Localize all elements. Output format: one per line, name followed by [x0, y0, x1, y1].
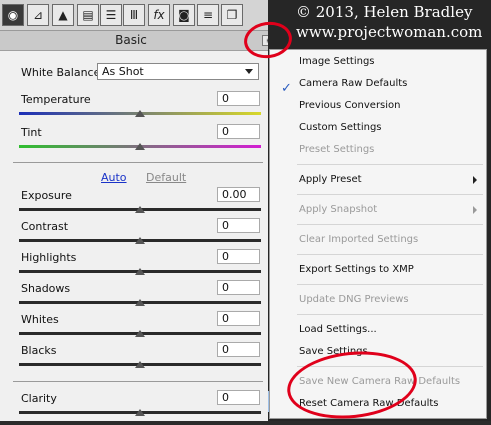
- menu-separator: [297, 194, 483, 195]
- menu-separator: [297, 284, 483, 285]
- sliders-icon: ≡: [202, 8, 214, 22]
- menu-separator: [297, 254, 483, 255]
- watermark-url: www.projectwoman.com: [296, 23, 483, 41]
- basic-panel: ◉ ⊿ ▲ ▤ ☰ Ⅲ fx ◙ ≡ ❐ Basic ≡. White Bala…: [0, 0, 279, 421]
- shadows-field[interactable]: 0: [217, 280, 260, 295]
- triangle-icon: ▲: [58, 8, 68, 22]
- contrast-field[interactable]: 0: [217, 218, 260, 233]
- divider: [13, 381, 263, 382]
- menu-separator: [297, 314, 483, 315]
- menu-item-apply-snapshot: Apply Snapshot: [299, 204, 378, 215]
- photo-icon: ◙: [178, 8, 190, 22]
- tab-presets[interactable]: ≡: [197, 4, 219, 26]
- tint-field[interactable]: 0: [217, 124, 260, 139]
- tab-tone-curve[interactable]: ⊿: [27, 4, 49, 26]
- tab-lens[interactable]: Ⅲ: [123, 4, 145, 26]
- exposure-slider-thumb[interactable]: [135, 206, 145, 213]
- clarity-slider-thumb[interactable]: [135, 409, 145, 416]
- contrast-slider-thumb[interactable]: [135, 237, 145, 244]
- tab-basic[interactable]: ◉: [2, 4, 24, 26]
- exposure-field[interactable]: 0.00: [217, 187, 260, 202]
- white-balance-select[interactable]: As Shot: [97, 63, 259, 80]
- whites-field[interactable]: 0: [217, 311, 260, 326]
- exposure-label: Exposure: [21, 189, 72, 202]
- tint-label: Tint: [21, 126, 42, 139]
- highlights-slider-thumb[interactable]: [135, 268, 145, 275]
- menu-item-apply-preset[interactable]: Apply Preset: [299, 174, 362, 185]
- menu-item-clear-imported-settings: Clear Imported Settings: [299, 234, 419, 245]
- watermark-copyright: © 2013, Helen Bradley: [296, 3, 473, 21]
- shadows-label: Shadows: [21, 282, 71, 295]
- stack-icon: ❐: [226, 8, 238, 22]
- menu-item-image-settings[interactable]: Image Settings: [299, 56, 375, 67]
- temperature-field[interactable]: 0: [217, 91, 260, 106]
- menu-item-camera-raw-defaults[interactable]: Camera Raw Defaults: [299, 78, 407, 89]
- tab-effects[interactable]: fx: [148, 4, 170, 26]
- menu-item-custom-settings[interactable]: Custom Settings: [299, 122, 382, 133]
- temperature-slider-thumb[interactable]: [135, 110, 145, 117]
- whites-label: Whites: [21, 313, 59, 326]
- fx-icon: fx: [153, 8, 165, 22]
- split-box-icon: ▤: [82, 8, 94, 22]
- menu-item-export-settings-xmp[interactable]: Export Settings to XMP: [299, 264, 414, 275]
- tab-detail[interactable]: ▲: [52, 4, 74, 26]
- submenu-arrow-icon: [473, 206, 477, 214]
- menu-separator: [297, 224, 483, 225]
- white-balance-label: White Balance:: [21, 66, 105, 79]
- clarity-field[interactable]: 0: [217, 390, 260, 405]
- menu-separator: [297, 164, 483, 165]
- highlights-label: Highlights: [21, 251, 77, 264]
- whites-slider-thumb[interactable]: [135, 330, 145, 337]
- submenu-arrow-icon: [473, 176, 477, 184]
- section-header: Basic: [0, 31, 268, 51]
- tab-snapshots[interactable]: ❐: [221, 4, 243, 26]
- clarity-label: Clarity: [21, 392, 57, 405]
- temperature-label: Temperature: [21, 93, 91, 106]
- auto-link[interactable]: Auto: [101, 171, 127, 184]
- blacks-label: Blacks: [21, 344, 57, 357]
- chevron-down-icon: [245, 69, 253, 74]
- bars-icon: ☰: [105, 8, 117, 22]
- lens-icon: Ⅲ: [129, 8, 139, 22]
- highlights-field[interactable]: 0: [217, 249, 260, 264]
- menu-item-update-dng-previews: Update DNG Previews: [299, 294, 409, 305]
- tab-split-toning[interactable]: ☰: [100, 4, 122, 26]
- section-title: Basic: [115, 33, 147, 47]
- checkmark-icon: ✓: [281, 81, 292, 96]
- menu-item-previous-conversion[interactable]: Previous Conversion: [299, 100, 401, 111]
- white-balance-value: As Shot: [102, 65, 144, 78]
- blacks-slider-thumb[interactable]: [135, 361, 145, 368]
- camera-icon: ◉: [7, 8, 19, 22]
- menu-item-preset-settings: Preset Settings: [299, 144, 375, 155]
- tab-camera-calibration[interactable]: ◙: [173, 4, 195, 26]
- blacks-field[interactable]: 0: [217, 342, 260, 357]
- shadows-slider-thumb[interactable]: [135, 299, 145, 306]
- panel-tab-bar: ◉ ⊿ ▲ ▤ ☰ Ⅲ fx ◙ ≡ ❐: [0, 0, 268, 31]
- tone-curve-icon: ⊿: [32, 8, 44, 22]
- contrast-label: Contrast: [21, 220, 69, 233]
- divider: [13, 162, 263, 163]
- menu-item-load-settings[interactable]: Load Settings...: [299, 324, 377, 335]
- tab-hsl[interactable]: ▤: [77, 4, 99, 26]
- tint-slider-thumb[interactable]: [135, 143, 145, 150]
- default-link[interactable]: Default: [146, 171, 186, 184]
